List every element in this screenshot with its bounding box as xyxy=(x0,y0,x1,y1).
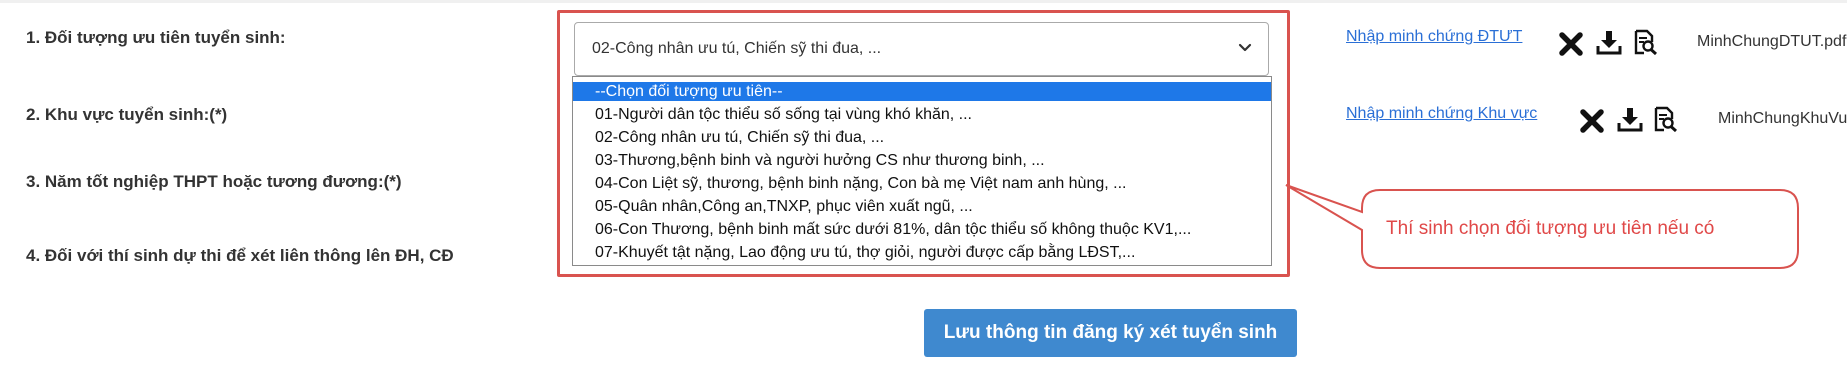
download-icon[interactable] xyxy=(1617,106,1643,132)
label-graduation-year: 3. Năm tốt nghiệp THPT hoặc tương đương:… xyxy=(26,172,402,191)
top-border xyxy=(0,0,1847,3)
upload-evidence-priority-link[interactable]: Nhập minh chứng ĐTƯT xyxy=(1346,28,1522,46)
label-admission-area: 2. Khu vực tuyển sinh:(*) xyxy=(26,105,228,124)
close-icon[interactable] xyxy=(1579,108,1605,134)
evidence-file-priority[interactable]: MinhChungDTUT.pdf xyxy=(1697,33,1846,51)
label-transfer-candidate: 4. Đối với thí sinh dự thi để xét liên t… xyxy=(26,246,454,265)
close-icon[interactable] xyxy=(1558,31,1584,57)
highlight-frame xyxy=(557,10,1290,277)
download-icon[interactable] xyxy=(1596,29,1622,55)
document-search-icon[interactable] xyxy=(1632,29,1658,55)
callout-text: Thí sinh chọn đối tượng ưu tiên nếu có xyxy=(1386,218,1715,239)
label-priority-object: 1. Đối tượng ưu tiên tuyển sinh: xyxy=(26,28,286,47)
upload-evidence-area-link[interactable]: Nhập minh chứng Khu vực xyxy=(1346,105,1537,123)
evidence-file-area[interactable]: MinhChungKhuVuc.pdf xyxy=(1718,110,1847,128)
document-search-icon[interactable] xyxy=(1652,106,1678,132)
save-registration-button[interactable]: Lưu thông tin đăng ký xét tuyển sinh xyxy=(924,309,1297,357)
